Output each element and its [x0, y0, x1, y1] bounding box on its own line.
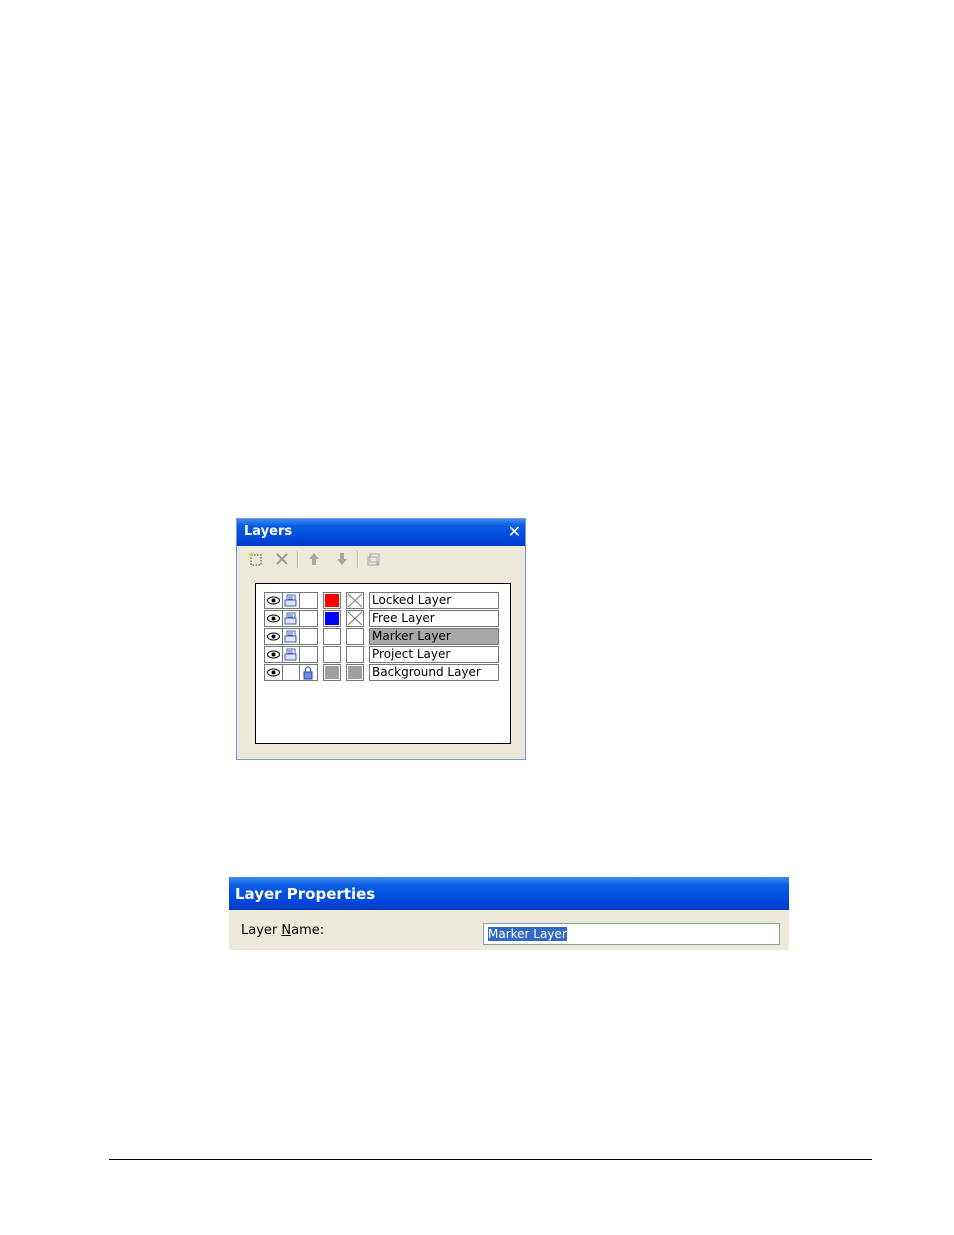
- footer-divider: [109, 1159, 872, 1160]
- lock-icon[interactable]: [300, 628, 318, 645]
- visibility-eye-icon[interactable]: [264, 646, 283, 663]
- printer-icon[interactable]: [283, 610, 300, 627]
- layer-row[interactable]: Marker Layer: [264, 628, 500, 645]
- layer-name[interactable]: Locked Layer: [369, 592, 499, 609]
- layer-name-input[interactable]: Marker Layer: [483, 923, 780, 945]
- move-up-icon[interactable]: [303, 548, 325, 570]
- layers-list: Locked Layer Free Layer Marker Layer Projec…: [255, 583, 511, 744]
- layer-name[interactable]: Project Layer: [369, 646, 499, 663]
- layer-row[interactable]: Locked Layer: [264, 592, 500, 609]
- visibility-eye-icon[interactable]: [264, 592, 283, 609]
- layer-properties-dialog: Layer Properties Layer Name: Marker Laye…: [229, 877, 789, 950]
- layer-name[interactable]: Background Layer: [369, 664, 499, 681]
- lock-icon[interactable]: [300, 664, 318, 681]
- close-icon[interactable]: ✕: [508, 522, 521, 541]
- layer-properties-title-bar: Layer Properties: [229, 877, 789, 910]
- hatch-pattern-icon[interactable]: [346, 628, 364, 645]
- hatch-pattern-icon[interactable]: [346, 664, 364, 681]
- hatch-pattern-icon[interactable]: [346, 592, 364, 609]
- lock-icon[interactable]: [300, 646, 318, 663]
- hatch-pattern-icon[interactable]: [346, 646, 364, 663]
- toolbar-separator: [297, 551, 299, 568]
- toolbar-separator: [357, 551, 359, 568]
- layer-properties-icon[interactable]: [363, 548, 385, 570]
- visibility-eye-icon[interactable]: [264, 664, 283, 681]
- lock-icon[interactable]: [300, 592, 318, 609]
- layer-row[interactable]: Free Layer: [264, 610, 500, 627]
- layer-row[interactable]: Project Layer: [264, 646, 500, 663]
- layer-color-swatch[interactable]: [323, 592, 341, 609]
- layer-properties-title: Layer Properties: [235, 885, 376, 903]
- new-layer-icon[interactable]: [245, 548, 267, 570]
- printer-icon[interactable]: [283, 664, 300, 681]
- move-down-icon[interactable]: [331, 548, 353, 570]
- layer-name[interactable]: Marker Layer: [369, 628, 499, 645]
- layer-name-value: Marker Layer: [488, 927, 567, 941]
- layer-color-swatch[interactable]: [323, 664, 341, 681]
- hatch-pattern-icon[interactable]: [346, 610, 364, 627]
- printer-icon[interactable]: [283, 592, 300, 609]
- visibility-eye-icon[interactable]: [264, 628, 283, 645]
- lock-icon[interactable]: [300, 610, 318, 627]
- layer-name-label: Layer Name:: [241, 923, 325, 938]
- layers-title: Layers: [244, 524, 293, 539]
- layer-row[interactable]: Background Layer: [264, 664, 500, 681]
- layer-color-swatch[interactable]: [323, 610, 341, 627]
- layer-name[interactable]: Free Layer: [369, 610, 499, 627]
- visibility-eye-icon[interactable]: [264, 610, 283, 627]
- printer-icon[interactable]: [283, 646, 300, 663]
- printer-icon[interactable]: [283, 628, 300, 645]
- delete-layer-icon[interactable]: [271, 548, 293, 570]
- layers-title-bar[interactable]: Layers ✕: [237, 519, 525, 546]
- layer-color-swatch[interactable]: [323, 628, 341, 645]
- layer-color-swatch[interactable]: [323, 646, 341, 663]
- layers-toolbar: [243, 548, 513, 570]
- layers-panel: Layers ✕ Locked Layer Free Layer Marker …: [236, 518, 526, 760]
